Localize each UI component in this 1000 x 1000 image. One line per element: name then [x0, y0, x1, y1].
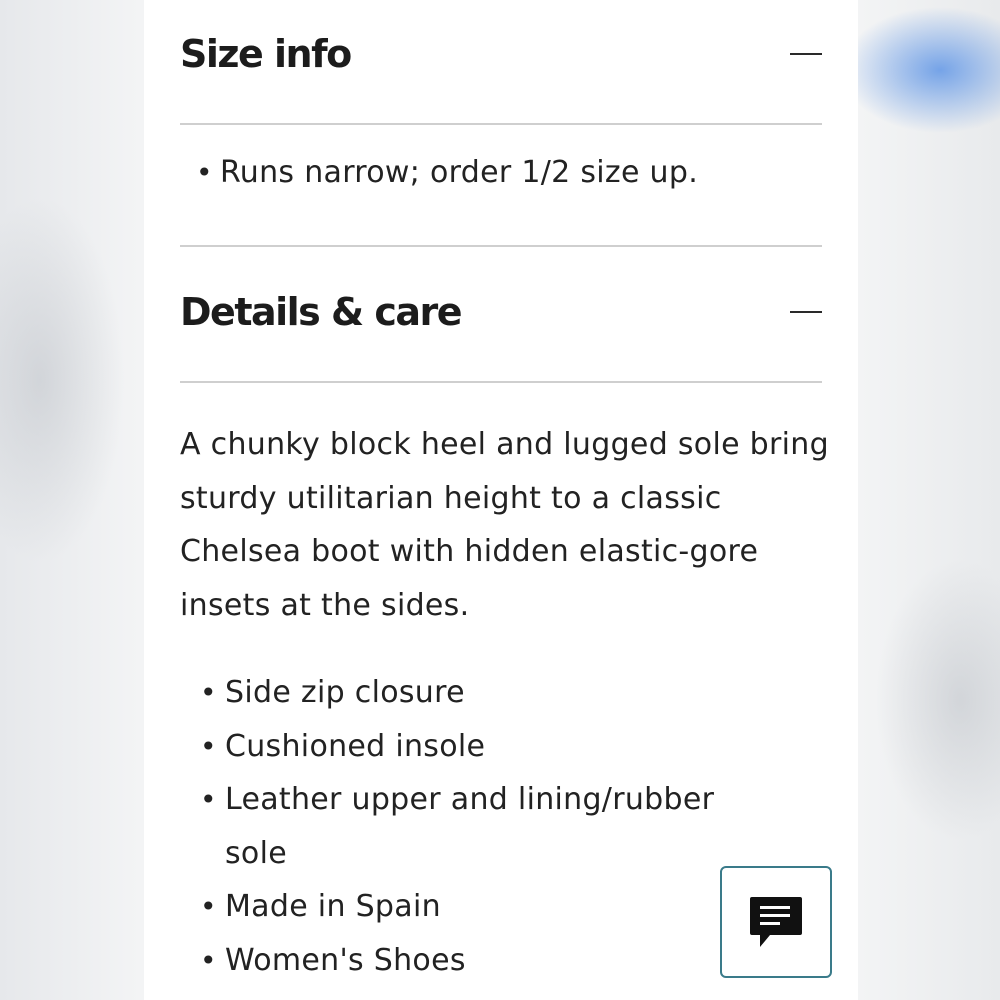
size-info-accordion-header[interactable]: Size info — [180, 24, 822, 84]
divider — [180, 245, 822, 247]
size-info-list: • Runs narrow; order 1/2 size up. — [180, 150, 698, 196]
feature-text: Side zip closure — [225, 675, 465, 710]
bullet: • — [200, 676, 217, 709]
bullet: • — [200, 783, 217, 816]
feature-text: Cushioned insole — [225, 728, 486, 764]
size-info-title: Size info — [180, 32, 352, 76]
product-description: A chunky block heel and lugged sole brin… — [180, 427, 829, 623]
chat-button[interactable] — [720, 866, 832, 978]
details-care-title: Details & care — [180, 290, 463, 334]
feature-text: Leather upper and lining/rubber sole — [225, 782, 715, 871]
bullet: • — [200, 729, 217, 763]
chat-bubble-icon — [750, 897, 802, 947]
collapse-minus-icon[interactable] — [790, 311, 822, 313]
bullet: • — [200, 890, 217, 923]
list-item: • Leather upper and lining/rubber sole — [200, 773, 760, 880]
list-item: • Runs narrow; order 1/2 size up. — [180, 150, 698, 196]
list-item: • Made in Spain — [200, 880, 760, 934]
feature-text: Made in Spain — [225, 889, 441, 924]
feature-list: • Side zip closure • Cushioned insole • Lea… — [200, 666, 760, 987]
list-item: • Side zip closure — [200, 666, 760, 720]
size-info-item: Runs narrow; order 1/2 size up. — [220, 155, 699, 190]
divider — [180, 123, 822, 125]
divider — [180, 381, 822, 383]
collapse-minus-icon[interactable] — [790, 53, 822, 55]
bullet: • — [196, 156, 213, 189]
feature-text: Women's Shoes — [225, 942, 466, 978]
product-details-panel: Size info • Runs narrow; order 1/2 size u… — [144, 0, 858, 1000]
list-item: • Cushioned insole — [200, 720, 760, 774]
list-item: • Women's Shoes — [200, 934, 760, 988]
bullet: • — [200, 943, 217, 977]
details-care-accordion-header[interactable]: Details & care — [180, 282, 822, 342]
